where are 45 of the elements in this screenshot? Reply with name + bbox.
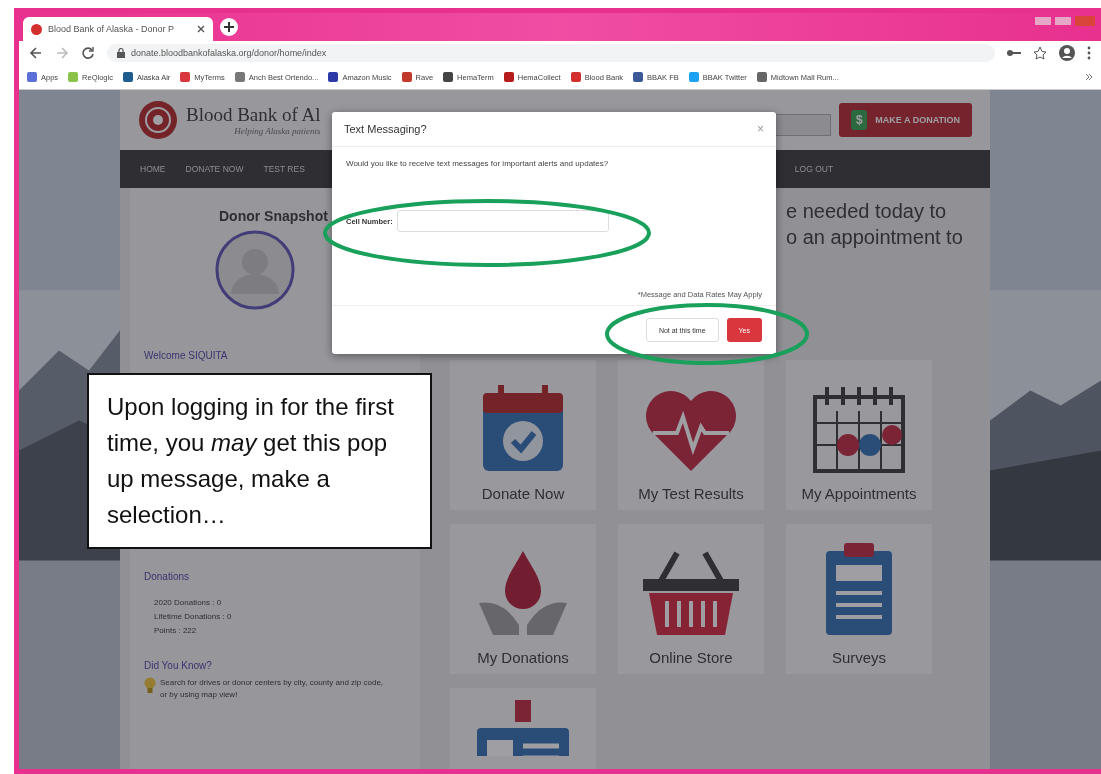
nav-link[interactable]: TEST RES bbox=[263, 164, 305, 174]
menu-icon[interactable] bbox=[1087, 46, 1091, 60]
site-title: Blood Bank of Al bbox=[186, 104, 321, 126]
stat-text: Points : 222 bbox=[153, 625, 198, 637]
logo-icon bbox=[138, 100, 178, 140]
menu-tile[interactable]: Donate Now bbox=[450, 360, 596, 510]
avatar-icon bbox=[215, 230, 295, 310]
lock-icon bbox=[117, 48, 125, 58]
lightbulb-icon bbox=[144, 677, 156, 695]
reload-icon[interactable] bbox=[81, 46, 95, 60]
menu-tile[interactable]: My Test Results bbox=[618, 360, 764, 510]
calendar-check-icon bbox=[480, 383, 566, 473]
menu-tile[interactable]: My Appointments bbox=[786, 360, 932, 510]
section-heading: Donations bbox=[144, 571, 191, 582]
clipboard-icon bbox=[824, 541, 894, 637]
favicon-icon bbox=[31, 23, 42, 35]
welcome-link[interactable]: Welcome SIQUITA bbox=[144, 350, 406, 361]
site-tagline: Helping Alaska patients bbox=[234, 126, 321, 136]
menu-tile[interactable]: Online Store bbox=[618, 524, 764, 674]
new-tab-icon[interactable] bbox=[219, 17, 239, 37]
nav-link[interactable]: DONATE NOW bbox=[185, 164, 244, 174]
close-icon[interactable] bbox=[197, 25, 205, 33]
stat-text: 2020 Donations : 0 bbox=[153, 597, 223, 609]
heading-text: o an appointment to bbox=[786, 225, 963, 250]
nav-link[interactable]: LOG OUT bbox=[794, 164, 834, 174]
account-icon[interactable] bbox=[1059, 45, 1075, 61]
phone-input-field[interactable] bbox=[396, 210, 609, 232]
browser-tab[interactable]: Blood Bank of Alaska - Donor P bbox=[23, 17, 213, 41]
donate-button[interactable]: $ MAKE A DONATION bbox=[839, 103, 972, 137]
heading-text: e needed today to bbox=[786, 199, 947, 224]
section-title: Donor Snapshot bbox=[219, 208, 328, 224]
key-icon[interactable] bbox=[1007, 48, 1021, 58]
dialog-title: Text Messaging? bbox=[344, 123, 427, 135]
star-icon[interactable] bbox=[1033, 46, 1047, 60]
stat-text: Lifetime Donations : 0 bbox=[153, 611, 233, 623]
menu-tile[interactable]: My Donations bbox=[450, 524, 596, 674]
tip-text: Search for drives or donor centers by city, county and zip code, or by using map view! bbox=[160, 677, 385, 701]
nav-link[interactable]: HOME bbox=[140, 164, 166, 174]
menu-tile[interactable]: Surveys bbox=[786, 524, 932, 674]
back-icon[interactable] bbox=[29, 46, 43, 60]
chevron-icon[interactable] bbox=[1085, 73, 1093, 81]
address-bar[interactable]: donate.bloodbankofalaska.org/donor/home/index bbox=[107, 44, 995, 62]
callout-text: Upon logging in for the first time, you may get this pop up message, make a selection… bbox=[87, 373, 432, 549]
dialog-message: Would you like to receive text messages for important alerts and updates? bbox=[346, 159, 610, 168]
section-heading: Did You Know? bbox=[144, 660, 213, 671]
